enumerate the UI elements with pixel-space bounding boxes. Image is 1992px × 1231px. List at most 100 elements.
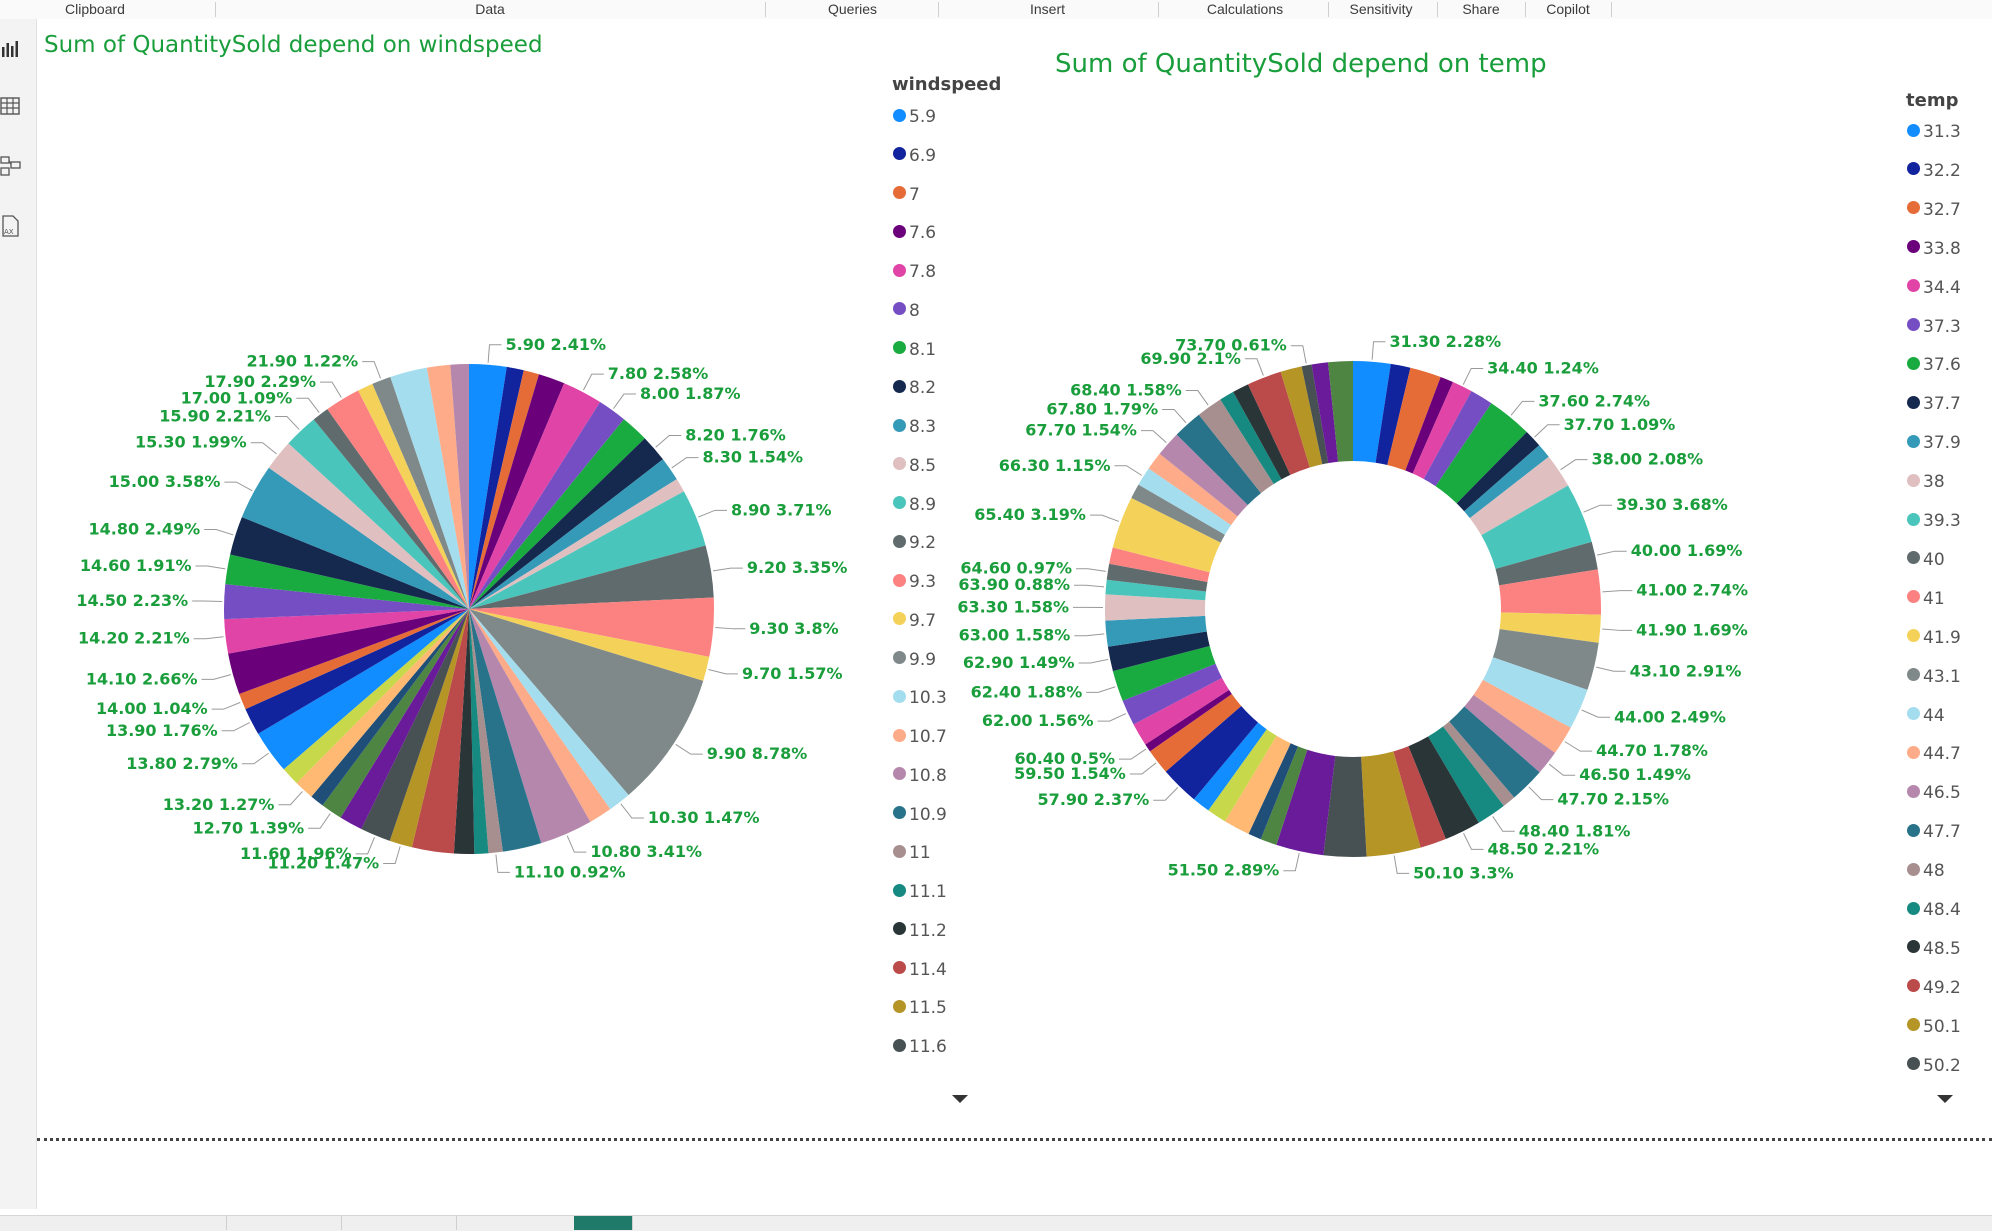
ribbon-group-share[interactable]: Share: [1445, 0, 1517, 18]
legend-item[interactable]: 32.7: [1907, 199, 1961, 221]
legend-item[interactable]: 41.9: [1907, 627, 1961, 649]
data-label-leader: [708, 669, 737, 673]
legend-dot-icon: [1907, 979, 1920, 992]
data-label-leader: [1283, 853, 1299, 871]
ribbon-group-clipboard[interactable]: Clipboard: [40, 0, 150, 18]
data-label-leader: [242, 753, 269, 764]
data-label: 44.00 2.49%: [1614, 707, 1726, 726]
data-label-leader: [583, 374, 603, 390]
legend-item[interactable]: 32.2: [1907, 160, 1961, 182]
legend-dot-icon: [893, 457, 906, 470]
data-label: 63.90 0.88%: [958, 575, 1070, 594]
legend-item[interactable]: 37.7: [1907, 393, 1961, 415]
legend-item[interactable]: 49.2: [1907, 977, 1961, 999]
legend-item[interactable]: 50.1: [1907, 1016, 1961, 1038]
page-tab-active[interactable]: [574, 1216, 633, 1230]
ribbon-group-insert[interactable]: Insert: [1000, 0, 1095, 18]
data-label-leader: [212, 702, 241, 709]
data-label-leader: [1245, 359, 1263, 376]
legend-dot-icon: [893, 574, 906, 587]
table-view-icon[interactable]: [0, 93, 22, 119]
page-tab[interactable]: [36, 1216, 227, 1230]
legend-dot-icon: [1907, 357, 1920, 370]
legend-item[interactable]: 34.4: [1907, 277, 1961, 299]
legend-item[interactable]: 48.4: [1907, 899, 1961, 921]
data-label-leader: [613, 394, 636, 409]
legend-dot-icon: [1907, 162, 1920, 175]
legend-item[interactable]: 38: [1907, 471, 1945, 493]
data-label: 14.20 2.21%: [78, 629, 190, 648]
legend-item[interactable]: 11.4: [893, 959, 947, 981]
ribbon-group-copilot[interactable]: Copilot: [1532, 0, 1604, 18]
legend-dot-icon: [893, 651, 906, 664]
data-label: 47.70 2.15%: [1557, 790, 1669, 809]
data-label: 43.10 2.91%: [1630, 661, 1742, 680]
legend-item[interactable]: 8: [893, 300, 920, 322]
legend-item[interactable]: 37.6: [1907, 354, 1961, 376]
data-label-leader: [222, 723, 250, 731]
data-label: 50.10 3.3%: [1413, 863, 1514, 882]
model-view-icon[interactable]: [0, 153, 22, 179]
canvas-divider: [37, 1138, 1992, 1141]
legend-label: 37.3: [1923, 317, 1961, 337]
ribbon-group-queries[interactable]: Queries: [800, 0, 905, 18]
data-label-leader: [1493, 816, 1515, 831]
legend-item[interactable]: 11.5: [893, 997, 947, 1019]
data-label-leader: [1535, 425, 1560, 437]
legend-item[interactable]: 7: [893, 184, 920, 206]
ribbon-divider: [1328, 2, 1329, 17]
data-label: 68.40 1.58%: [1070, 381, 1182, 400]
legend-item[interactable]: 37.9: [1907, 432, 1961, 454]
legend-item[interactable]: 39.3: [1907, 510, 1961, 532]
legend-item[interactable]: 50.2: [1907, 1055, 1961, 1077]
data-label: 15.90 2.21%: [159, 406, 271, 425]
data-label-leader: [278, 791, 302, 804]
legend-scroll-down-icon[interactable]: [952, 1095, 968, 1103]
legend-item[interactable]: 46.5: [1907, 782, 1961, 804]
data-label-leader: [275, 416, 299, 429]
legend-item[interactable]: 44.7: [1907, 743, 1961, 765]
data-label-leader: [1549, 764, 1575, 775]
data-label-leader: [1141, 431, 1166, 443]
legend-dot-icon: [1907, 279, 1920, 292]
dax-query-view-icon[interactable]: AX: [0, 213, 22, 239]
data-label: 9.20 3.35%: [747, 558, 848, 577]
legend-item[interactable]: 37.3: [1907, 316, 1961, 338]
legend-label: 44: [1923, 706, 1945, 726]
legend-dot-icon: [1907, 590, 1920, 603]
data-label: 37.60 2.74%: [1538, 391, 1650, 410]
ribbon-group-calculations[interactable]: Calculations: [1190, 0, 1300, 18]
ribbon-group-data[interactable]: Data: [440, 0, 540, 18]
ribbon-divider: [215, 2, 216, 17]
legend-item[interactable]: 41: [1907, 588, 1945, 610]
legend-item[interactable]: 11: [893, 842, 931, 864]
legend-item[interactable]: 11.6: [893, 1036, 947, 1058]
legend-item[interactable]: 40: [1907, 549, 1945, 571]
page-tab[interactable]: [341, 1216, 457, 1230]
legend-item[interactable]: 48.5: [1907, 938, 1961, 960]
ribbon-divider: [1437, 2, 1438, 17]
legend-item[interactable]: 47.7: [1907, 821, 1961, 843]
legend-label: 31.3: [1923, 122, 1961, 142]
legend-dot-icon: [893, 612, 906, 625]
legend-scroll-down-icon[interactable]: [1937, 1095, 1953, 1103]
legend-item[interactable]: 31.3: [1907, 121, 1961, 143]
legend-item[interactable]: 43.1: [1907, 666, 1961, 688]
legend-label: 41: [1923, 589, 1945, 609]
data-label: 10.30 1.47%: [648, 808, 760, 827]
legend-item[interactable]: 44: [1907, 705, 1945, 727]
data-label: 11.10 0.92%: [514, 862, 626, 881]
legend-label: 46.5: [1923, 783, 1961, 803]
legend-dot-icon: [1907, 668, 1920, 681]
ribbon-group-sensitivity[interactable]: Sensitivity: [1335, 0, 1427, 18]
data-label: 7.80 2.58%: [608, 364, 709, 383]
data-label: 62.90 1.49%: [963, 653, 1075, 672]
legend-item[interactable]: 33.8: [1907, 238, 1961, 260]
data-label-leader: [1153, 787, 1178, 800]
report-view-icon[interactable]: [0, 37, 22, 63]
legend-item[interactable]: 48: [1907, 860, 1945, 882]
ribbon: Clipboard Data Queries Insert Calculatio…: [0, 0, 1992, 20]
data-label-leader: [496, 855, 510, 873]
data-label: 57.90 2.37%: [1038, 790, 1150, 809]
page-tab[interactable]: [226, 1216, 342, 1230]
